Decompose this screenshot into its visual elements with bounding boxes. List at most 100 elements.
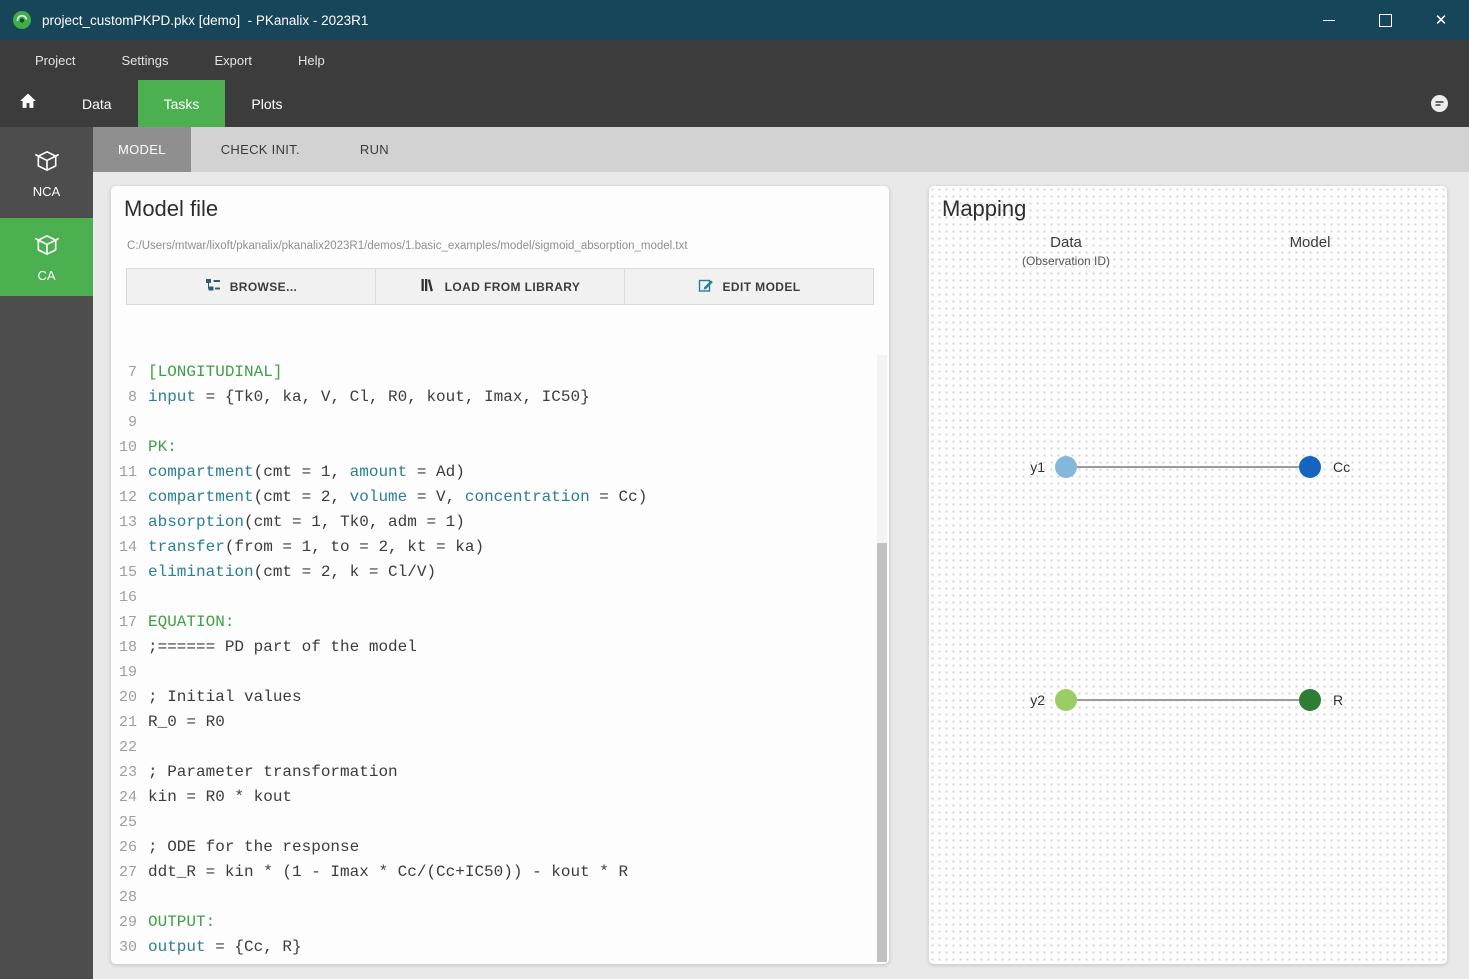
code-line: 17 EQUATION: [111, 610, 875, 635]
code-text: ; Initial values [148, 688, 302, 706]
code-text: compartment(cmt = 2, volume = V, concent… [148, 488, 648, 506]
task-tab-check-init[interactable]: CHECK INIT. [191, 127, 330, 172]
title-bar: project_customPKPD.pkx [demo] - PKanalix… [0, 0, 1469, 40]
line-number: 9 [127, 414, 137, 431]
editor-scrollbar[interactable] [877, 355, 887, 962]
model-file-title: Model file [124, 196, 219, 221]
code-line: 19 [111, 660, 875, 685]
code-text: R_0 = R0 [148, 713, 225, 731]
code-line: 16 [111, 585, 875, 610]
code-line: 25 [111, 810, 875, 835]
code-text: absorption(cmt = 1, Tk0, adm = 1) [148, 513, 465, 531]
code-text: EQUATION: [148, 613, 235, 631]
code-line: 11 compartment(cmt = 1, amount = Ad) [111, 460, 875, 485]
tab-data[interactable]: Data [56, 80, 138, 127]
line-number: 15 [118, 564, 137, 581]
code-line: 26 ; ODE for the response [111, 835, 875, 860]
line-number: 29 [118, 914, 137, 931]
sidebar-item-nca[interactable]: NCA [0, 134, 93, 212]
close-button[interactable]: ✕ [1413, 0, 1469, 40]
library-icon [420, 277, 436, 296]
mapping-model-header: Model [1210, 234, 1410, 251]
code-line: 20 ; Initial values [111, 685, 875, 710]
data-node[interactable] [1055, 689, 1077, 711]
mapping-row-y2: y2 R [1009, 684, 1371, 716]
tab-plots[interactable]: Plots [225, 80, 308, 127]
browse-button[interactable]: BROWSE... [126, 268, 376, 305]
model-node[interactable] [1299, 456, 1321, 478]
code-text: kin = R0 * kout [148, 788, 293, 806]
minimize-button[interactable] [1301, 0, 1357, 40]
mapping-data-header: Data (Observation ID) [966, 234, 1166, 268]
data-node[interactable] [1055, 456, 1077, 478]
model-file-buttons: BROWSE... LOAD FROM LIBRARY EDIT MODEL [126, 268, 874, 305]
code-text: elimination(cmt = 2, k = Cl/V) [148, 563, 437, 581]
task-tab-model[interactable]: MODEL [93, 127, 191, 172]
window-controls: ✕ [1301, 0, 1469, 40]
code-text: transfer(from = 1, to = 2, kt = ka) [148, 538, 485, 556]
comment-icon [1430, 95, 1449, 117]
line-number: 17 [118, 614, 137, 631]
line-number: 23 [118, 764, 137, 781]
edit-model-button[interactable]: EDIT MODEL [625, 268, 874, 305]
code-line: 9 [111, 410, 875, 435]
code-text: [LONGITUDINAL] [148, 363, 283, 381]
line-number: 8 [127, 389, 137, 406]
line-number: 30 [118, 939, 137, 956]
code-text: compartment(cmt = 1, amount = Ad) [148, 463, 465, 481]
code-line: 15 elimination(cmt = 2, k = Cl/V) [111, 560, 875, 585]
model-header-label: Model [1289, 234, 1331, 251]
tab-tasks[interactable]: Tasks [137, 80, 226, 127]
code-line: 10 PK: [111, 435, 875, 460]
code-line: 12 compartment(cmt = 2, volume = V, conce… [111, 485, 875, 510]
home-button[interactable] [0, 80, 56, 127]
line-number: 20 [118, 689, 137, 706]
code-text: ddt_R = kin * (1 - Imax * Cc/(Cc+IC50)) … [148, 863, 629, 881]
code-line: 23 ; Parameter transformation [111, 760, 875, 785]
line-number: 11 [118, 464, 137, 481]
code-line: 30 output = {Cc, R} [111, 935, 875, 960]
code-editor: 7 [LONGITUDINAL] 8 input = {Tk0, ka, V, Cl,… [111, 355, 875, 964]
code-text: PK: [148, 438, 177, 456]
model-node[interactable] [1299, 689, 1321, 711]
code-text: output = {Cc, R} [148, 938, 302, 956]
line-number: 27 [118, 864, 137, 881]
line-number: 22 [118, 739, 137, 756]
editor-scrollbar-thumb[interactable] [877, 543, 887, 962]
home-icon [18, 91, 38, 116]
mapping-title: Mapping [942, 196, 1027, 221]
menu-item-export[interactable]: Export [191, 40, 275, 80]
browse-button-label: BROWSE... [229, 279, 298, 294]
code-line: 14 transfer(from = 1, to = 2, kt = ka) [111, 535, 875, 560]
task-tab-run[interactable]: RUN [330, 127, 419, 172]
line-number: 7 [127, 364, 137, 381]
menu-item-project[interactable]: Project [12, 40, 98, 80]
line-number: 12 [118, 489, 137, 506]
window-title: project_customPKPD.pkx [demo] - PKanalix… [42, 12, 369, 28]
code-line: 21 R_0 = R0 [111, 710, 875, 735]
code-text: OUTPUT: [148, 913, 216, 931]
line-number: 28 [118, 889, 137, 906]
task-tabs: MODEL CHECK INIT. RUN [93, 127, 1469, 172]
code-line: 22 [111, 735, 875, 760]
package-icon [34, 148, 60, 179]
model-file-panel: Model file C:/Users/mtwar/lixoft/pkanali… [111, 186, 889, 964]
menu-item-help[interactable]: Help [275, 40, 348, 80]
code-line: 13 absorption(cmt = 1, Tk0, adm = 1) [111, 510, 875, 535]
minimize-icon [1323, 19, 1335, 21]
line-number: 19 [118, 664, 137, 681]
maximize-button[interactable] [1357, 0, 1413, 40]
menu-item-settings[interactable]: Settings [98, 40, 191, 80]
code-text: ;====== PD part of the model [148, 638, 417, 656]
code-line: 8 input = {Tk0, ka, V, Cl, R0, kout, Imax… [111, 385, 875, 410]
observation-id-label: y2 [1030, 692, 1045, 708]
feedback-button[interactable] [1430, 94, 1449, 118]
sidebar-item-ca[interactable]: CA [0, 218, 93, 296]
mapping-connector [1077, 699, 1299, 701]
load-from-library-button[interactable]: LOAD FROM LIBRARY [376, 268, 625, 305]
model-file-path: C:/Users/mtwar/lixoft/pkanalix/pkanalix2… [127, 240, 688, 252]
mapping-row-y1: y1 Cc [1009, 451, 1371, 483]
line-number: 26 [118, 839, 137, 856]
maximize-icon [1378, 13, 1392, 27]
code-text: ; ODE for the response [148, 838, 360, 856]
